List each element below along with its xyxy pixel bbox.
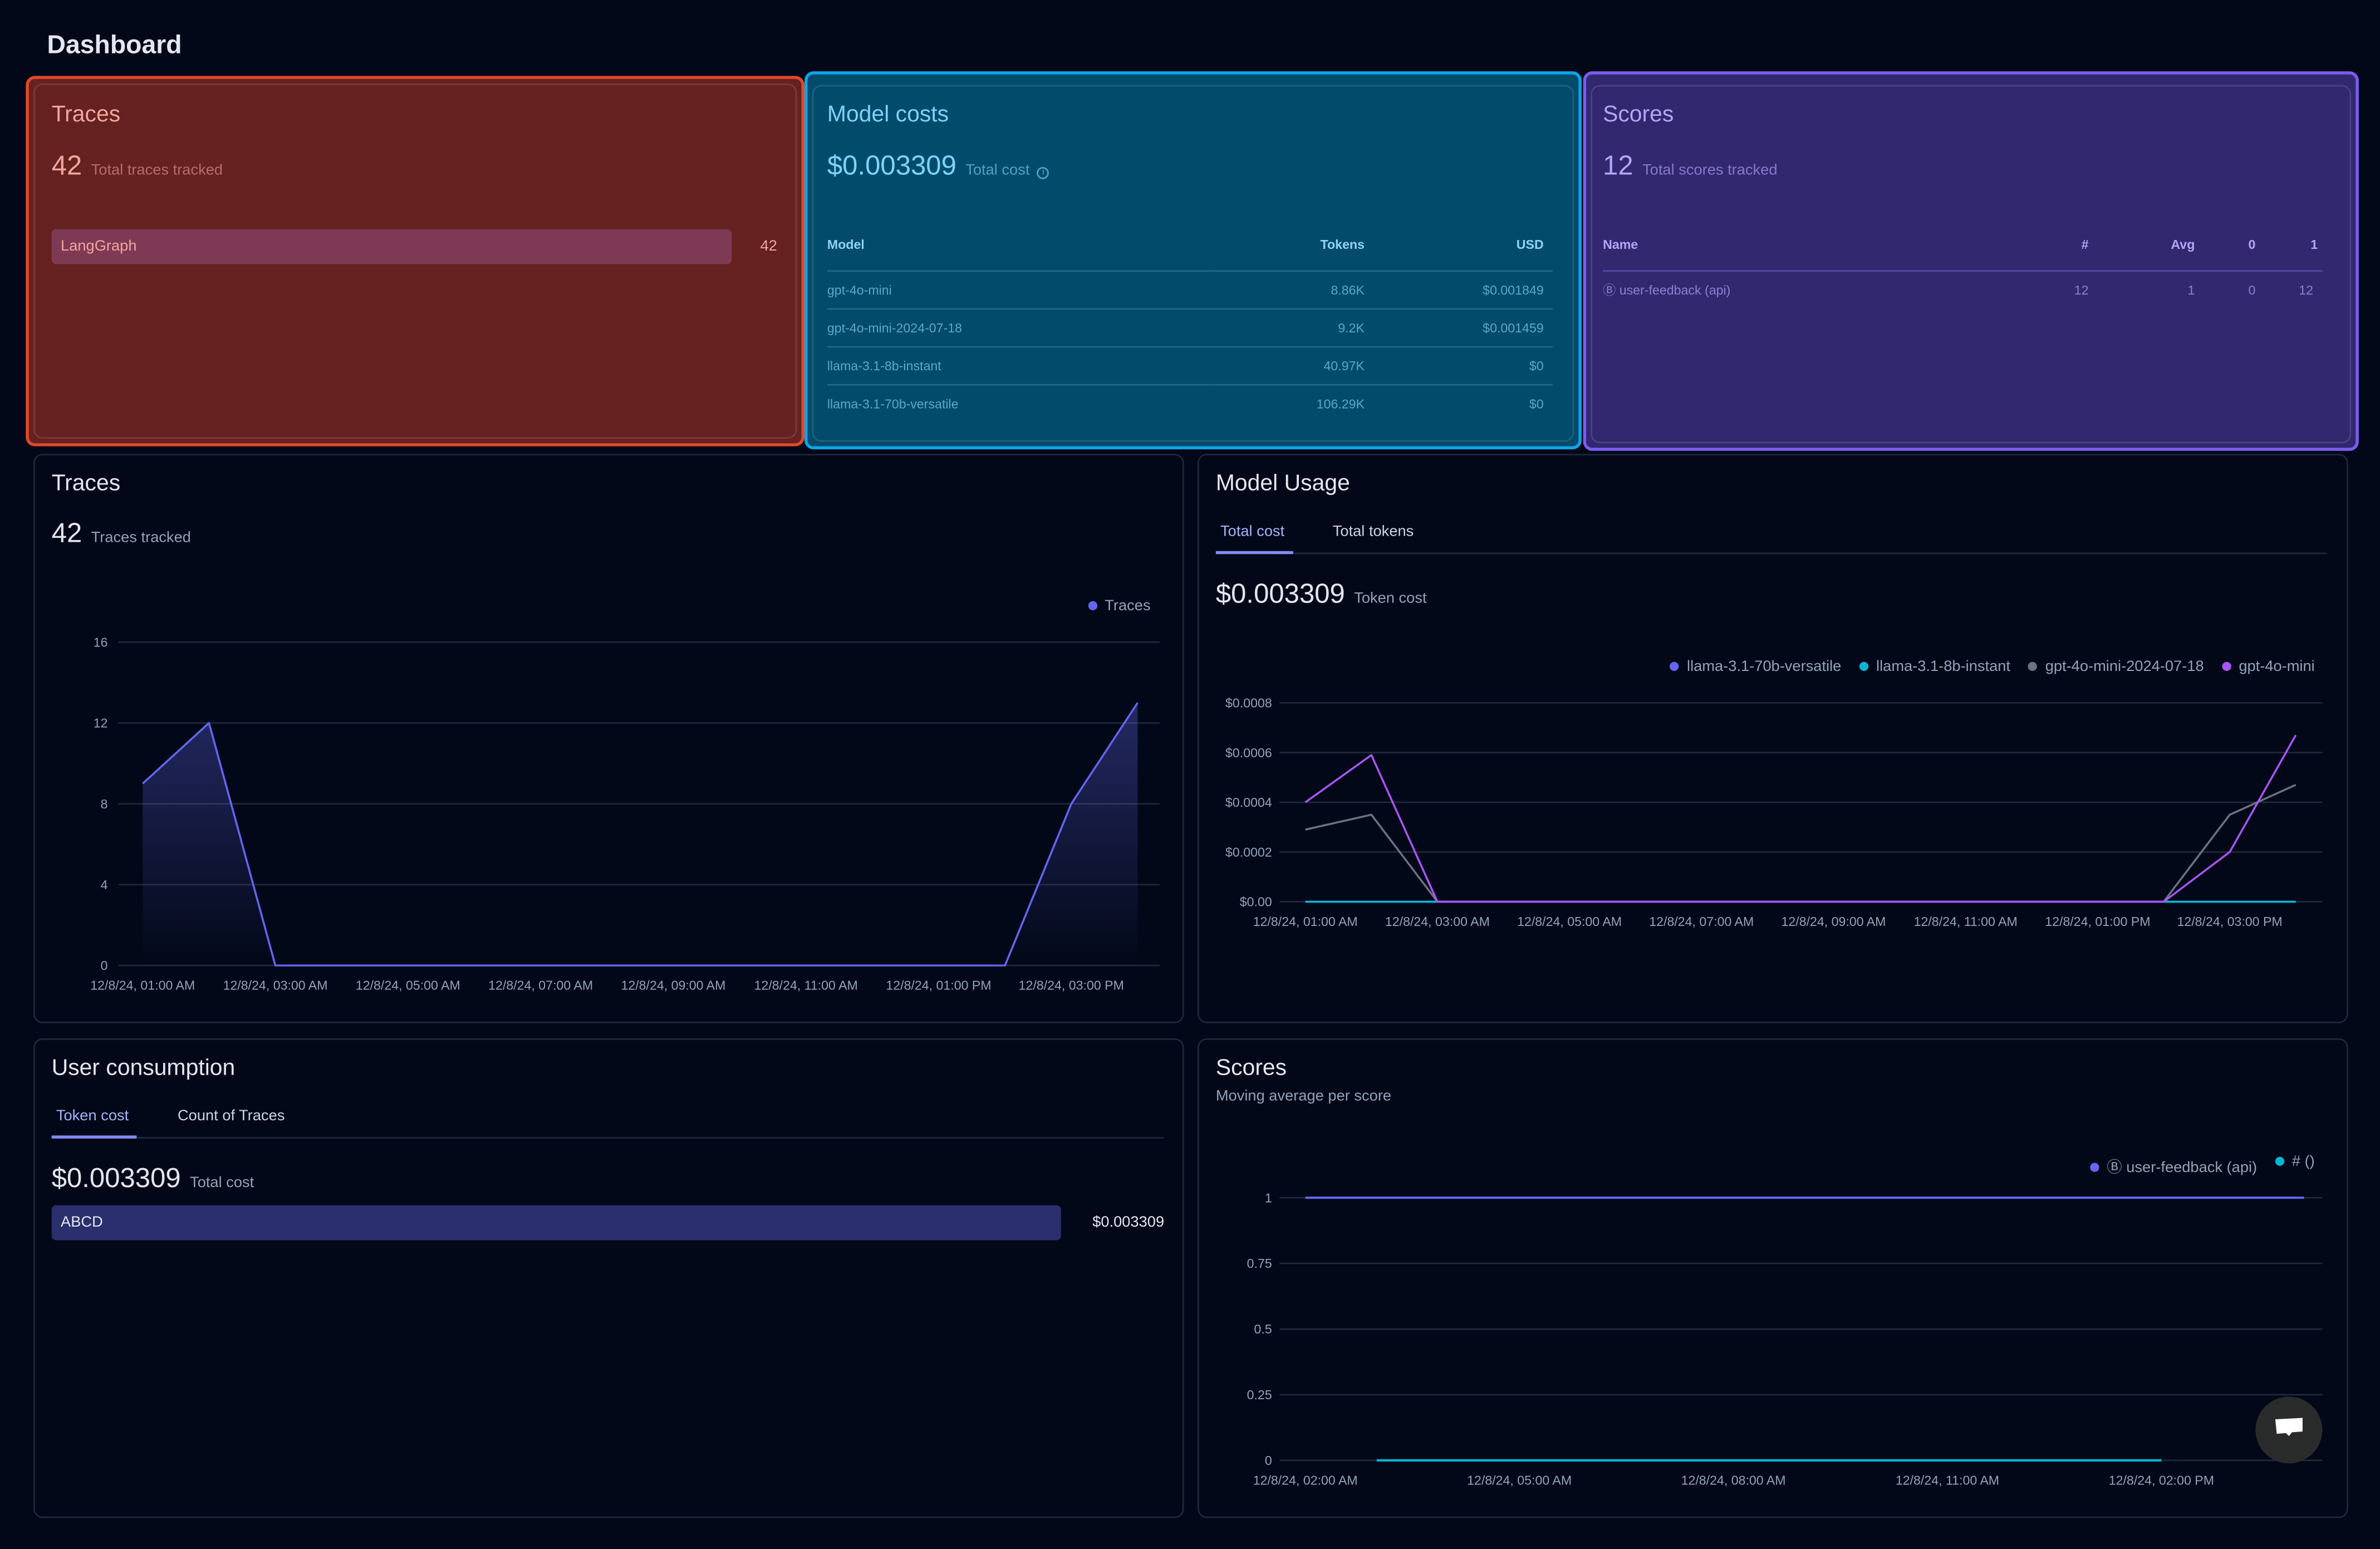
x-tick-label: 12/8/24, 11:00 AM xyxy=(1914,914,2018,929)
x-tick-label: 12/8/24, 09:00 AM xyxy=(621,978,725,993)
x-tick-label: 12/8/24, 09:00 AM xyxy=(1782,914,1886,929)
chat-button[interactable] xyxy=(2255,1396,2323,1464)
y-tick-label: 0.25 xyxy=(1247,1388,1272,1402)
x-tick-label: 12/8/24, 01:00 PM xyxy=(2045,914,2150,929)
x-tick-label: 12/8/24, 05:00 AM xyxy=(356,978,460,993)
y-tick-label: $0.0004 xyxy=(1225,795,1272,810)
x-tick-label: 12/8/24, 07:00 AM xyxy=(488,978,593,993)
x-tick-label: 12/8/24, 03:00 PM xyxy=(2177,914,2282,929)
y-tick-label: 8 xyxy=(101,797,108,811)
y-tick-label: 0 xyxy=(101,958,108,973)
y-tick-label: 0.5 xyxy=(1254,1322,1272,1336)
y-tick-label: 12 xyxy=(94,716,108,731)
x-tick-label: 12/8/24, 02:00 AM xyxy=(1253,1473,1358,1487)
x-tick-label: 12/8/24, 01:00 AM xyxy=(90,978,195,993)
x-tick-label: 12/8/24, 07:00 AM xyxy=(1649,914,1754,929)
y-tick-label: 0 xyxy=(1265,1453,1272,1468)
series-area xyxy=(143,703,1138,965)
x-tick-label: 12/8/24, 05:00 AM xyxy=(1467,1473,1572,1487)
y-tick-label: 4 xyxy=(101,878,108,892)
x-tick-label: 12/8/24, 08:00 AM xyxy=(1681,1473,1786,1487)
y-tick-label: 0.75 xyxy=(1247,1256,1272,1271)
y-tick-label: $0.0006 xyxy=(1225,746,1272,760)
x-tick-label: 12/8/24, 05:00 AM xyxy=(1517,914,1622,929)
y-tick-label: $0.0008 xyxy=(1225,696,1272,710)
y-tick-label: 16 xyxy=(94,635,108,649)
x-tick-label: 12/8/24, 11:00 AM xyxy=(754,978,858,993)
chat-bubble-icon xyxy=(2275,1418,2303,1437)
series-line-3 xyxy=(1304,734,2297,903)
y-tick-label: 1 xyxy=(1265,1190,1272,1205)
x-tick-label: 12/8/24, 03:00 AM xyxy=(1385,914,1490,929)
y-tick-label: $0.00 xyxy=(1240,895,1272,909)
x-tick-label: 12/8/24, 03:00 PM xyxy=(1019,978,1124,993)
x-tick-label: 12/8/24, 11:00 AM xyxy=(1896,1473,1999,1487)
x-tick-label: 12/8/24, 03:00 AM xyxy=(223,978,328,993)
x-tick-label: 12/8/24, 02:00 PM xyxy=(2109,1473,2214,1487)
y-tick-label: $0.0002 xyxy=(1225,845,1272,859)
series-line-0 xyxy=(142,702,1139,967)
x-tick-label: 12/8/24, 01:00 AM xyxy=(1253,914,1358,929)
x-tick-label: 12/8/24, 01:00 PM xyxy=(886,978,991,993)
charts-layer: 0 4 8 12 16 12/8/24, 01:00 AM 12/8/24, 03:00 A… xyxy=(90,635,2323,1487)
